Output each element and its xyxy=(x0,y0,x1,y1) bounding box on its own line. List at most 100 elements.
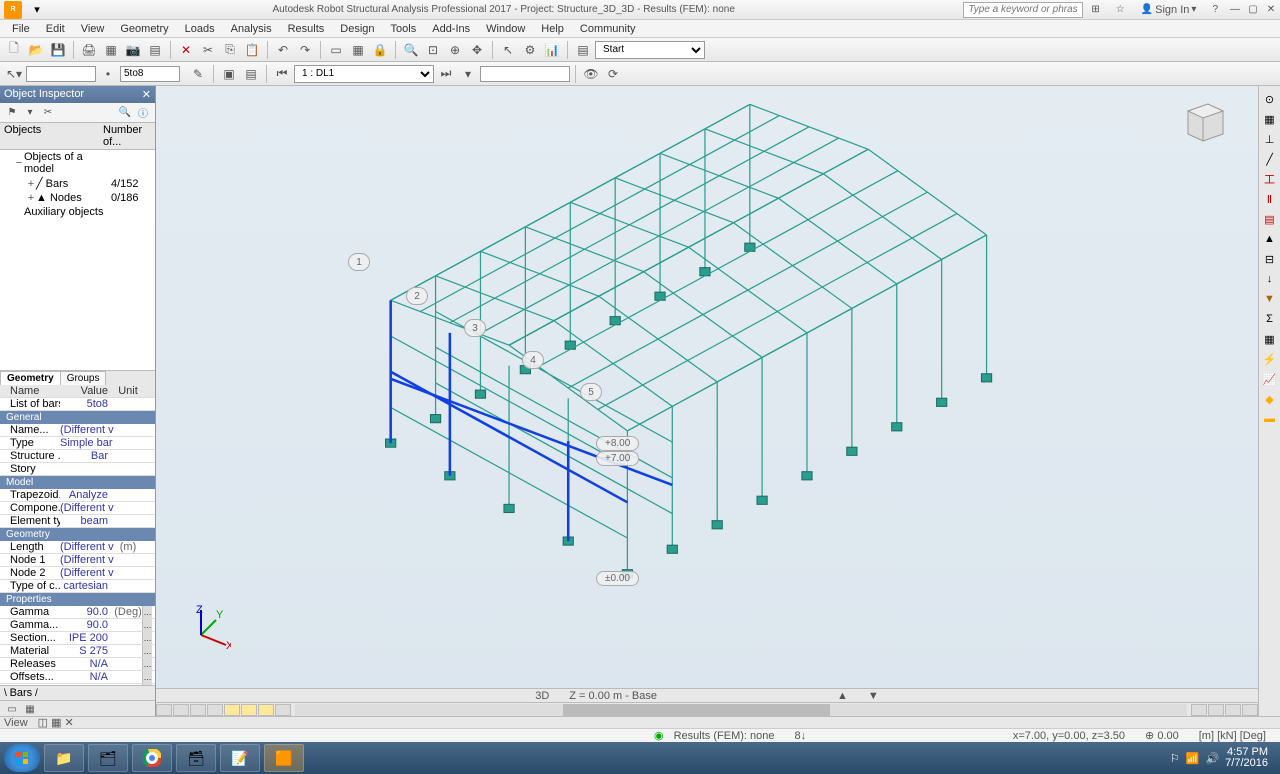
zoom-in-icon[interactable]: 🔍 xyxy=(401,40,421,60)
rtb-load-icon[interactable]: ↓ xyxy=(1261,270,1279,288)
prop-row[interactable]: Node 2(Different val... xyxy=(0,567,155,580)
maximize-button[interactable]: ▢ xyxy=(1244,2,1262,18)
menu-analysis[interactable]: Analysis xyxy=(223,23,280,35)
prop-row[interactable]: Length(Different val...(m) xyxy=(0,541,155,554)
view-spin-up-icon[interactable]: ▲ xyxy=(837,690,848,702)
layout-icon[interactable]: ▤ xyxy=(573,40,593,60)
menu-file[interactable]: File xyxy=(4,23,38,35)
print-icon[interactable]: 🖨 xyxy=(79,40,99,60)
prop-row[interactable]: Type of c...cartesian xyxy=(0,580,155,593)
inspector-filter-icon[interactable]: ✂ xyxy=(40,105,56,121)
menu-help[interactable]: Help xyxy=(533,23,572,35)
prop-group[interactable]: Geometry xyxy=(0,528,155,541)
paste-icon[interactable]: 📋 xyxy=(242,40,262,60)
filter-icon[interactable]: ▾ xyxy=(458,64,478,84)
undo-icon[interactable]: ↶ xyxy=(273,40,293,60)
help-icon[interactable]: ? xyxy=(1212,4,1218,15)
prop-row[interactable]: List of bars5to8 xyxy=(0,398,155,411)
prop-row[interactable]: MaterialS 275… xyxy=(0,645,155,658)
rtb-line-icon[interactable]: ╱ xyxy=(1261,150,1279,168)
taskbar-app2-icon[interactable]: 📝 xyxy=(220,744,260,772)
menu-addins[interactable]: Add-Ins xyxy=(424,23,478,35)
layout-dropdown[interactable]: Start xyxy=(595,41,705,59)
taskbar-app1-icon[interactable]: 🗃 xyxy=(176,744,216,772)
zoom-window-icon[interactable]: ⊡ xyxy=(423,40,443,60)
inspector-close-icon[interactable]: ✕ xyxy=(142,88,151,101)
view-save-icon[interactable]: ▤ xyxy=(241,64,261,84)
zoom-extents-icon[interactable]: ⊕ xyxy=(445,40,465,60)
case-next-icon[interactable]: ⏭ xyxy=(436,64,456,84)
rtb-grid-icon[interactable]: ▦ xyxy=(1261,110,1279,128)
preview-icon[interactable]: ▦ xyxy=(101,40,121,60)
menu-loads[interactable]: Loads xyxy=(177,23,223,35)
prop-row[interactable]: Element ty...beam xyxy=(0,515,155,528)
rtb-snap-icon[interactable]: ⊙ xyxy=(1261,90,1279,108)
prop-group[interactable]: General xyxy=(0,411,155,424)
rtb-material-icon[interactable]: ▤ xyxy=(1261,210,1279,228)
rtb-calc-icon[interactable]: ▦ xyxy=(1261,330,1279,348)
mini-tb-1-icon[interactable]: ▭ xyxy=(4,701,20,717)
view-btn-6[interactable] xyxy=(241,704,257,716)
new-icon[interactable]: 🗋 xyxy=(4,40,24,60)
view-btn-8[interactable] xyxy=(275,704,291,716)
prop-row[interactable]: Elastic gro...N/A… xyxy=(0,684,155,685)
prop-row[interactable]: Story xyxy=(0,463,155,476)
rtb-analysis-icon[interactable]: ⚡ xyxy=(1261,350,1279,368)
menu-geometry[interactable]: Geometry xyxy=(112,23,176,35)
signin-button[interactable]: 👤 Sign In ▾ xyxy=(1141,4,1197,16)
prop-row[interactable]: Section...IPE 200… xyxy=(0,632,155,645)
open-icon[interactable]: 📂 xyxy=(26,40,46,60)
view-btn-1[interactable] xyxy=(156,704,172,716)
autodesk-apps-icon[interactable]: ⊞ xyxy=(1091,4,1099,15)
redo-icon[interactable]: ↷ xyxy=(295,40,315,60)
menu-results[interactable]: Results xyxy=(280,23,333,35)
prop-row[interactable]: Gamma90.0(Deg)… xyxy=(0,606,155,619)
delete-icon[interactable]: ✕ xyxy=(176,40,196,60)
inspector-help-icon[interactable]: ⓘ xyxy=(135,105,151,121)
tree-row[interactable]: −Objects of a model xyxy=(0,150,155,176)
taskbar-explorer-icon[interactable]: 📁 xyxy=(44,744,84,772)
view-cube[interactable] xyxy=(1178,96,1228,146)
taskbar-chrome-icon[interactable] xyxy=(132,744,172,772)
refresh-icon[interactable]: ⟳ xyxy=(603,64,623,84)
rtb-results-icon[interactable]: 📈 xyxy=(1261,370,1279,388)
prop-row[interactable]: ReleasesN/A… xyxy=(0,658,155,671)
tray-volume-icon[interactable]: 🔊 xyxy=(1205,752,1219,765)
rtb-axes-icon[interactable]: ⊥ xyxy=(1261,130,1279,148)
view-btn-4[interactable] xyxy=(207,704,223,716)
prop-row[interactable]: Name...(Different val... xyxy=(0,424,155,437)
inspector-nodes-icon[interactable]: ▾ xyxy=(22,105,38,121)
tree-row[interactable]: +▲ Nodes0/186 xyxy=(0,191,155,205)
menu-edit[interactable]: Edit xyxy=(38,23,73,35)
tray-clock[interactable]: 4:57 PM 7/7/2016 xyxy=(1225,747,1268,769)
window-icon[interactable]: ▭ xyxy=(326,40,346,60)
view-btn-2[interactable] xyxy=(173,704,189,716)
menu-window[interactable]: Window xyxy=(478,23,533,35)
view-btn-3[interactable] xyxy=(190,704,206,716)
node-sel-icon[interactable]: • xyxy=(98,64,118,84)
edit-sel-icon[interactable]: ✎ xyxy=(188,64,208,84)
tray-network-icon[interactable]: 📶 xyxy=(1186,752,1200,765)
prop-group[interactable]: Properties xyxy=(0,593,155,606)
taskbar-robot-icon[interactable]: 🟧 xyxy=(264,744,304,772)
lock-icon[interactable]: 🔒 xyxy=(370,40,390,60)
rtb-loadtype-icon[interactable]: ▼ xyxy=(1261,290,1279,308)
results-icon[interactable]: 📊 xyxy=(542,40,562,60)
calc-icon[interactable]: ⚙ xyxy=(520,40,540,60)
prop-row[interactable]: Structure ...Bar xyxy=(0,450,155,463)
view-spin-down-icon[interactable]: ▼ xyxy=(868,690,879,702)
view-end-1[interactable] xyxy=(1191,704,1207,716)
screenshot-icon[interactable]: 📷 xyxy=(123,40,143,60)
prop-group[interactable]: Model xyxy=(0,476,155,489)
rtb-combo-icon[interactable]: Σ xyxy=(1261,310,1279,328)
page-setup-icon[interactable]: ▤ xyxy=(145,40,165,60)
tab-groups[interactable]: Groups xyxy=(60,371,107,385)
rtb-steel-icon[interactable]: ▬ xyxy=(1261,410,1279,428)
taskbar-libraries-icon[interactable]: 🗂 xyxy=(88,744,128,772)
prop-row[interactable]: Offsets...N/A… xyxy=(0,671,155,684)
bars-tab[interactable]: Bars xyxy=(10,687,33,699)
cut-icon[interactable]: ✂ xyxy=(198,40,218,60)
pan-icon[interactable]: ✥ xyxy=(467,40,487,60)
prop-row[interactable]: Compone...(Different val... xyxy=(0,502,155,515)
menu-tools[interactable]: Tools xyxy=(383,23,425,35)
